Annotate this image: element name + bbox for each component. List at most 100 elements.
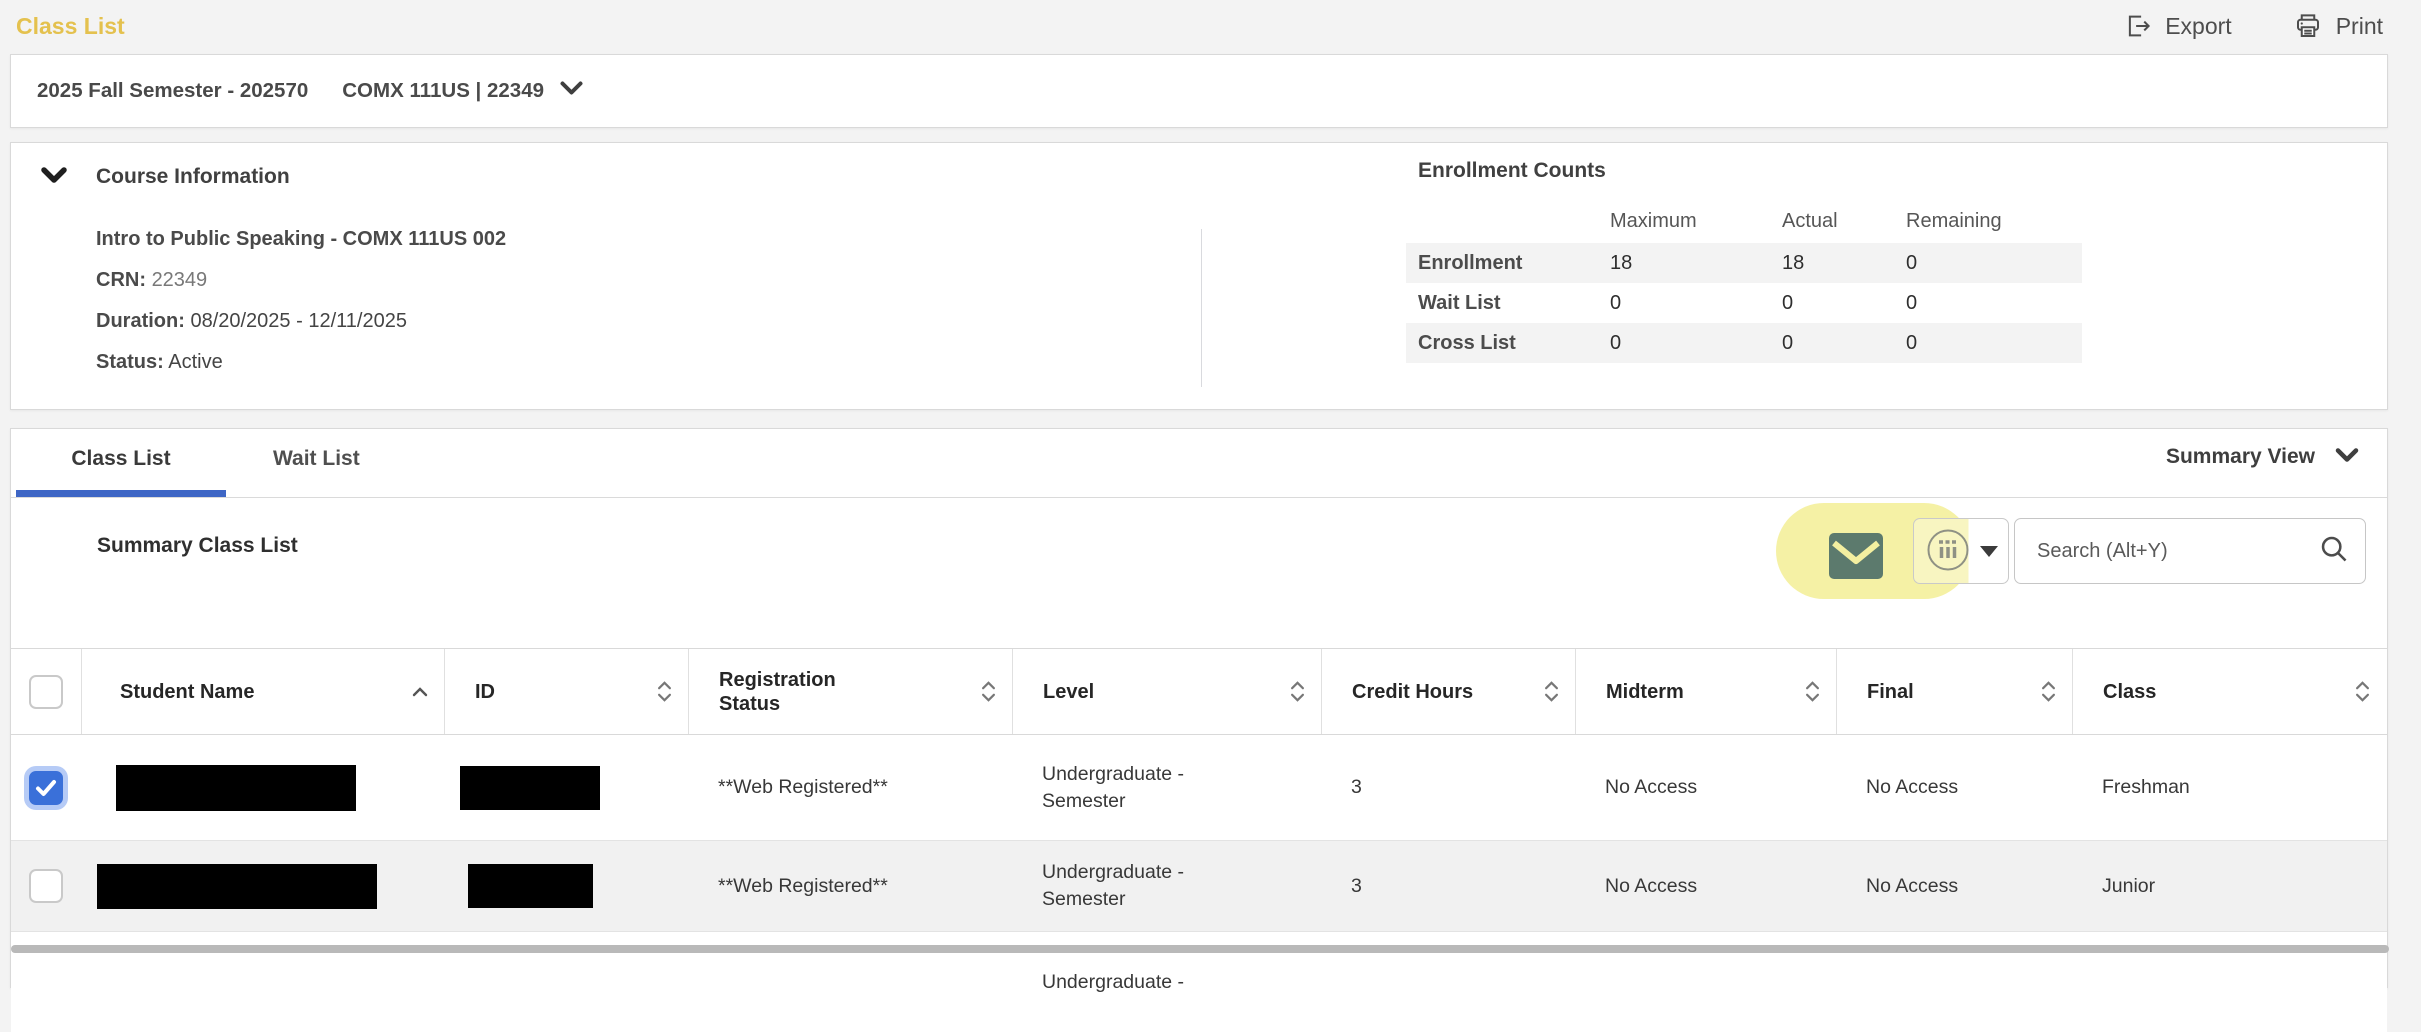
course-label: COMX 111US | 22349 (342, 79, 544, 103)
select-all-checkbox[interactable] (29, 675, 63, 709)
class-cell: Junior (2072, 841, 2386, 931)
redacted-student-name (97, 864, 377, 909)
caret-down-icon (1980, 546, 1998, 557)
page-title: Class List (16, 13, 125, 40)
header-final[interactable]: Final (1836, 649, 2072, 734)
table-row: **Web Registered** Undergraduate - Semes… (11, 840, 2387, 931)
sort-icon (657, 681, 672, 702)
header-level[interactable]: Level (1012, 649, 1321, 734)
course-details: Intro to Public Speaking - COMX 111US 00… (96, 219, 506, 383)
summary-class-list-title: Summary Class List (97, 534, 298, 558)
waitlist-actual: 0 (1770, 283, 1894, 323)
course-selector[interactable]: COMX 111US | 22349 (342, 79, 583, 103)
registration-status-cell: **Web Registered** (688, 841, 1012, 931)
table-header-row: Student Name ID Registration Status (11, 648, 2387, 735)
sort-icon (2041, 681, 2056, 702)
bank-columns-icon (1925, 527, 1971, 576)
export-button[interactable]: Export (2123, 11, 2231, 41)
crosslist-actual: 0 (1770, 323, 1894, 363)
chevron-down-icon (2335, 445, 2359, 469)
duration-label: Duration: (96, 310, 185, 332)
redacted-student-id (468, 864, 593, 908)
select-all-cell (11, 649, 81, 734)
crn-label: CRN: (96, 269, 146, 291)
sort-icon (1805, 681, 1820, 702)
enrollment-counts-table: Maximum Actual Remaining Enrollment 18 1… (1406, 199, 2082, 363)
redacted-student-name (116, 765, 356, 811)
midterm-cell: No Access (1575, 841, 1836, 931)
sort-icon (1544, 681, 1559, 702)
chevron-down-icon (560, 81, 583, 101)
duration-value: 08/20/2025 - 12/11/2025 (190, 310, 406, 332)
crn-value: 22349 (152, 269, 208, 291)
row-checkbox[interactable] (29, 869, 63, 903)
waitlist-remaining: 0 (1894, 283, 2082, 323)
table-row: **Web Registered** Undergraduate - Semes… (11, 735, 2387, 840)
redacted-student-id (460, 766, 600, 810)
midterm-cell: No Access (1575, 735, 1836, 840)
term-course-bar: 2025 Fall Semester - 202570 COMX 111US |… (10, 54, 2388, 128)
credit-hours-cell: 3 (1321, 735, 1575, 840)
class-cell: Freshman (2072, 735, 2386, 840)
level-cell: Undergraduate - Semester (1042, 859, 1207, 913)
final-cell: No Access (1836, 735, 2072, 840)
student-table: Student Name ID Registration Status (11, 648, 2387, 1032)
term-label: 2025 Fall Semester - 202570 (37, 79, 308, 103)
top-bar: Class List Export Print (0, 0, 2421, 52)
course-information-title: Course Information (96, 165, 290, 189)
crn-line: CRN: 22349 (96, 260, 506, 301)
enrollment-counts: Enrollment Counts Maximum Actual Remaini… (1406, 159, 2082, 363)
header-midterm[interactable]: Midterm (1575, 649, 1836, 734)
row-crosslist-label: Cross List (1406, 323, 1598, 363)
active-tab-indicator (16, 490, 226, 497)
header-id[interactable]: ID (444, 649, 688, 734)
sort-icon (2355, 681, 2370, 702)
credit-hours-cell: 3 (1321, 841, 1575, 931)
export-icon (2123, 11, 2153, 41)
header-registration-status[interactable]: Registration Status (688, 649, 1012, 734)
enrollment-counts-title: Enrollment Counts (1418, 159, 2082, 183)
duration-line: Duration: 08/20/2025 - 12/11/2025 (96, 301, 506, 342)
top-bar-actions: Export Print (2123, 11, 2383, 41)
waitlist-maximum: 0 (1598, 283, 1770, 323)
sort-icon (981, 681, 996, 702)
row-checkbox-checked[interactable] (29, 771, 63, 805)
tab-wait-list[interactable]: Wait List (273, 447, 360, 471)
sort-icon (1290, 681, 1305, 702)
search-input[interactable] (2035, 539, 2319, 564)
status-label: Status: (96, 351, 164, 373)
header-student-name[interactable]: Student Name (81, 649, 444, 734)
col-actual: Actual (1770, 199, 1894, 243)
crosslist-maximum: 0 (1598, 323, 1770, 363)
enrollment-actual: 18 (1770, 243, 1894, 283)
enrollment-maximum: 18 (1598, 243, 1770, 283)
export-label: Export (2165, 13, 2231, 40)
class-list-panel: Class List Wait List Summary View Summar… (10, 428, 2388, 988)
print-button[interactable]: Print (2292, 11, 2383, 41)
final-cell: No Access (1836, 841, 2072, 931)
collapse-section-button[interactable] (41, 167, 67, 187)
level-cell: Undergraduate - (1042, 969, 1207, 996)
search-box (2014, 518, 2366, 584)
horizontal-scrollbar[interactable] (11, 945, 2389, 953)
header-class[interactable]: Class (2072, 649, 2386, 734)
status-line: Status: Active (96, 342, 506, 383)
crosslist-remaining: 0 (1894, 323, 2082, 363)
course-information-panel: Course Information Intro to Public Speak… (10, 142, 2388, 410)
envelope-icon (1829, 567, 1883, 582)
course-tools-dropdown[interactable] (1913, 518, 2009, 584)
search-icon[interactable] (2319, 534, 2349, 569)
class-list-page: { "page": { "title": "Class List" }, "ac… (0, 0, 2421, 954)
view-mode-dropdown[interactable]: Summary View (2166, 445, 2359, 469)
print-label: Print (2336, 13, 2383, 40)
course-title: Intro to Public Speaking - COMX 111US 00… (96, 219, 506, 260)
tabs-bar: Class List Wait List Summary View (11, 429, 2387, 498)
view-mode-label: Summary View (2166, 445, 2315, 469)
tab-class-list[interactable]: Class List (16, 447, 226, 471)
email-button[interactable] (1829, 533, 1883, 579)
status-value: Active (168, 351, 222, 373)
header-credit-hours[interactable]: Credit Hours (1321, 649, 1575, 734)
chevron-down-icon (41, 172, 67, 187)
level-cell: Undergraduate - Semester (1042, 761, 1207, 815)
row-waitlist-label: Wait List (1406, 283, 1598, 323)
